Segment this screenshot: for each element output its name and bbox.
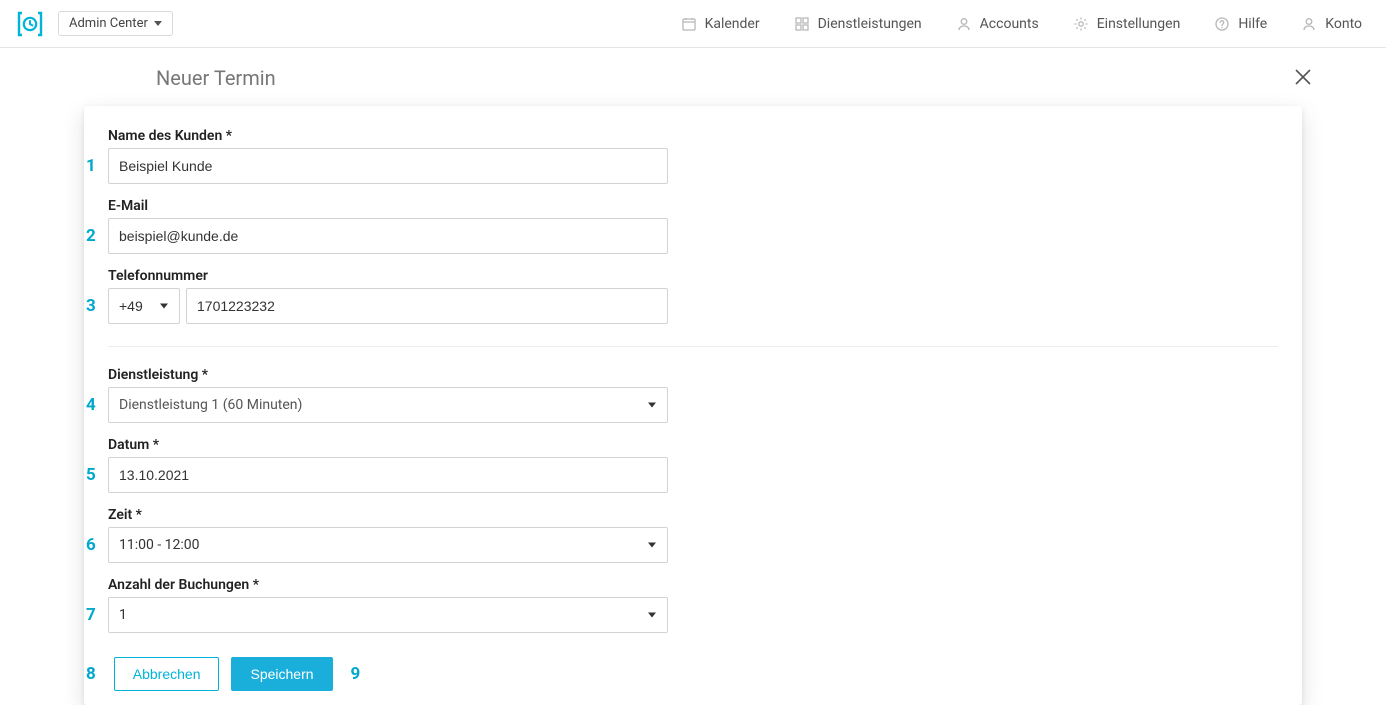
grid-icon — [794, 16, 810, 32]
nav-accounts[interactable]: Accounts — [956, 16, 1039, 32]
phone-prefix-select[interactable] — [108, 288, 180, 324]
close-button[interactable] — [1286, 62, 1320, 94]
field-customer-name: Name des Kunden * 1 — [108, 128, 668, 184]
section-divider — [108, 346, 1278, 347]
nav-calendar-label: Kalender — [705, 16, 760, 32]
topbar: Admin Center Kalender Dienstleistungen A… — [0, 0, 1386, 48]
help-icon — [1214, 16, 1230, 32]
service-value: Dienstleistung 1 (60 Minuten) — [119, 397, 302, 413]
user-icon — [956, 16, 972, 32]
save-button-label: Speichern — [250, 666, 313, 682]
nav-accounts-label: Accounts — [980, 16, 1039, 32]
form-panel: Name des Kunden * 1 E-Mail 2 Telefonnumm… — [84, 106, 1302, 705]
save-button[interactable]: Speichern — [231, 657, 332, 691]
nav-help[interactable]: Hilfe — [1214, 16, 1267, 32]
bookings-label: Anzahl der Buchungen * — [108, 577, 668, 593]
nav-calendar[interactable]: Kalender — [681, 16, 760, 32]
caret-down-icon — [154, 21, 162, 26]
email-label: E-Mail — [108, 198, 668, 214]
field-time: Zeit * 6 11:00 - 12:00 — [108, 507, 668, 563]
nav-services-label: Dienstleistungen — [818, 16, 922, 32]
annotation-2: 2 — [86, 226, 96, 246]
bookings-select[interactable]: 1 — [108, 597, 668, 633]
appointment-form-section2: Dienstleistung * 4 Dienstleistung 1 (60 … — [108, 367, 668, 691]
calendar-icon — [681, 16, 697, 32]
field-bookings: Anzahl der Buchungen * 7 1 — [108, 577, 668, 633]
field-date: Datum * 5 — [108, 437, 668, 493]
nav-settings[interactable]: Einstellungen — [1073, 16, 1181, 32]
nav-account[interactable]: Konto — [1301, 16, 1362, 32]
content-area: Neuer Termin Name des Kunden * 1 E-Mail … — [0, 48, 1386, 705]
profile-icon — [1301, 16, 1317, 32]
nav-help-label: Hilfe — [1238, 16, 1267, 32]
nav-settings-label: Einstellungen — [1097, 16, 1181, 32]
bookings-value: 1 — [119, 607, 127, 623]
appointment-form: Name des Kunden * 1 E-Mail 2 Telefonnumm… — [108, 128, 668, 324]
annotation-1: 1 — [86, 156, 96, 176]
email-input[interactable] — [108, 218, 668, 254]
annotation-8: 8 — [86, 664, 96, 684]
annotation-9: 9 — [351, 664, 361, 684]
app-logo — [16, 10, 44, 38]
form-actions: 8 Abbrechen Speichern 9 — [108, 657, 668, 691]
field-email: E-Mail 2 — [108, 198, 668, 254]
time-label: Zeit * — [108, 507, 668, 523]
service-label: Dienstleistung * — [108, 367, 668, 383]
phone-label: Telefonnummer — [108, 268, 668, 284]
annotation-7: 7 — [86, 605, 96, 625]
date-input[interactable] — [108, 457, 668, 493]
nav-account-label: Konto — [1325, 16, 1362, 32]
page-header: Neuer Termin — [48, 62, 1338, 106]
nav-services[interactable]: Dienstleistungen — [794, 16, 922, 32]
close-icon — [1294, 68, 1312, 86]
service-select[interactable]: Dienstleistung 1 (60 Minuten) — [108, 387, 668, 423]
gear-icon — [1073, 16, 1089, 32]
time-value: 11:00 - 12:00 — [119, 537, 200, 553]
admin-center-label: Admin Center — [69, 16, 148, 31]
phone-number-input[interactable] — [186, 288, 668, 324]
customer-name-label: Name des Kunden * — [108, 128, 668, 144]
annotation-5: 5 — [86, 465, 96, 485]
customer-name-input[interactable] — [108, 148, 668, 184]
field-service: Dienstleistung * 4 Dienstleistung 1 (60 … — [108, 367, 668, 423]
cancel-button[interactable]: Abbrechen — [114, 657, 220, 691]
annotation-4: 4 — [86, 395, 96, 415]
time-select[interactable]: 11:00 - 12:00 — [108, 527, 668, 563]
annotation-6: 6 — [86, 535, 96, 555]
page-title: Neuer Termin — [156, 66, 276, 90]
cancel-button-label: Abbrechen — [133, 666, 201, 682]
field-phone: Telefonnummer 3 — [108, 268, 668, 324]
phone-prefix-value[interactable] — [108, 288, 180, 324]
date-label: Datum * — [108, 437, 668, 453]
admin-center-dropdown[interactable]: Admin Center — [58, 11, 173, 36]
topbar-left: Admin Center — [16, 10, 173, 38]
annotation-3: 3 — [86, 296, 96, 316]
topbar-right: Kalender Dienstleistungen Accounts Einst… — [681, 16, 1362, 32]
